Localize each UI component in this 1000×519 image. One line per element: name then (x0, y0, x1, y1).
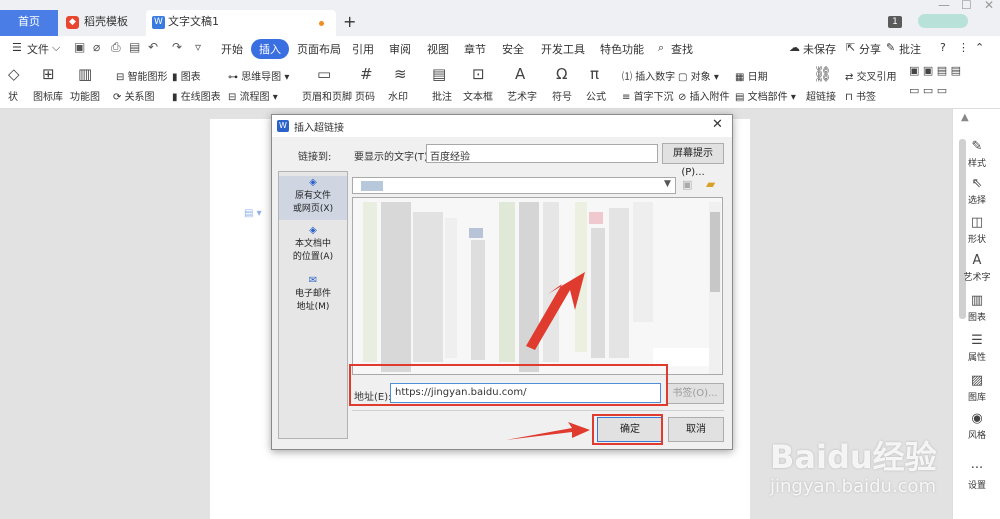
arrow-to-ok-icon (506, 422, 590, 440)
watermark-url: jingyan.baidu.com (770, 476, 937, 497)
arrow-to-address-icon (526, 272, 585, 350)
watermark-brand: Baidu经验 (770, 438, 937, 476)
baidu-watermark: Baidu经验 jingyan.baidu.com (770, 432, 950, 512)
